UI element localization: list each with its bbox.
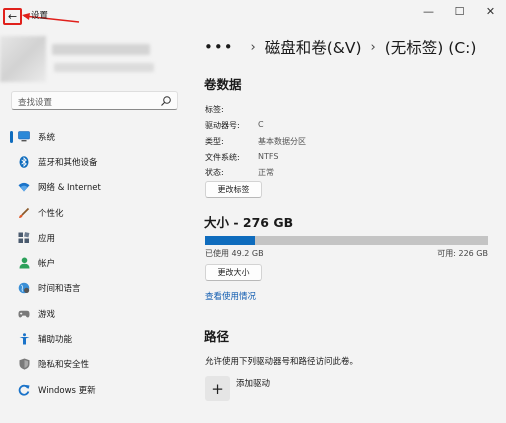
drive-letter-value: C	[258, 120, 264, 129]
sidebar-item-label: Windows 更新	[38, 385, 96, 396]
globe-icon	[18, 282, 30, 294]
avatar	[0, 36, 46, 82]
search-input[interactable]: 查找设置	[18, 96, 52, 108]
sidebar-item-label: 系统	[38, 132, 56, 143]
title-bar: ← 设置 — ☐ ✕	[0, 0, 506, 26]
account-icon	[18, 257, 30, 269]
brush-icon	[18, 207, 30, 219]
maximize-button[interactable]: ☐	[444, 0, 475, 22]
accessibility-icon	[18, 333, 30, 345]
minimize-button[interactable]: —	[413, 0, 444, 22]
sidebar-item-label: 隐私和安全性	[38, 360, 90, 371]
gamepad-icon	[18, 308, 30, 320]
file-system-label: 文件系统:	[205, 153, 240, 162]
sidebar-item-network[interactable]: 网络 & Internet	[10, 175, 180, 200]
settings-window: ← 设置 — ☐ ✕ 查找设置 系统 蓝牙和其他设备 网络 & Internet…	[0, 0, 506, 423]
sidebar-item-accessibility[interactable]: 辅助功能	[10, 326, 180, 351]
window-controls: — ☐ ✕	[413, 0, 506, 22]
change-label-button[interactable]: 更改标签	[205, 181, 262, 198]
volume-data-heading: 卷数据	[204, 77, 242, 92]
breadcrumb-item-disks-volumes[interactable]: 磁盘和卷(&V)	[265, 36, 362, 58]
file-system-value: NTFS	[258, 152, 279, 161]
drive-letter-label: 驱动器号:	[205, 121, 240, 130]
usage-bar	[205, 236, 488, 245]
add-drive-label: 添加驱动	[236, 379, 271, 389]
sidebar-item-label: 个性化	[38, 208, 64, 219]
system-icon	[18, 131, 30, 143]
add-drive-path-button[interactable]: +	[205, 376, 230, 401]
status-value: 正常	[258, 168, 274, 177]
free-space-text: 可用: 226 GB	[437, 249, 488, 258]
change-size-button[interactable]: 更改大小	[205, 264, 262, 281]
update-icon	[18, 384, 30, 396]
sidebar-item-label: 游戏	[38, 309, 56, 320]
close-icon: ✕	[485, 4, 496, 18]
status-label: 状态:	[205, 168, 224, 177]
sidebar-item-windows-update[interactable]: Windows 更新	[10, 377, 180, 402]
breadcrumb: ••• › 磁盘和卷(&V) › (无标签) (C:)	[204, 36, 476, 58]
path-heading: 路径	[204, 329, 230, 344]
plus-icon: +	[211, 379, 224, 398]
user-profile[interactable]	[0, 36, 170, 86]
sidebar-item-time-language[interactable]: 时间和语言	[10, 276, 180, 301]
shield-icon	[18, 358, 30, 370]
app-title: 设置	[31, 11, 49, 21]
used-space-text: 已使用 49.2 GB	[205, 249, 264, 258]
minimize-icon: —	[423, 4, 434, 18]
sidebar-item-label: 时间和语言	[38, 284, 81, 295]
search-icon	[161, 96, 171, 106]
profile-email-blur	[54, 63, 154, 72]
sidebar-item-apps[interactable]: 应用	[10, 225, 180, 250]
back-arrow-icon: ←	[7, 10, 18, 23]
apps-icon	[18, 231, 30, 244]
chevron-right-icon: ›	[370, 39, 376, 55]
sidebar-item-label: 帐户	[38, 259, 56, 270]
usage-bar-fill	[205, 236, 256, 245]
sidebar-item-bluetooth[interactable]: 蓝牙和其他设备	[10, 149, 180, 174]
profile-name-blur	[52, 44, 150, 55]
close-button[interactable]: ✕	[475, 0, 506, 22]
type-value: 基本数据分区	[258, 137, 306, 146]
sidebar-nav: 系统 蓝牙和其他设备 网络 & Internet 个性化 应用 帐户 时间和语言…	[10, 124, 180, 402]
view-usage-link[interactable]: 查看使用情况	[205, 290, 256, 302]
maximize-icon: ☐	[454, 4, 465, 18]
breadcrumb-more-button[interactable]: •••	[204, 38, 234, 56]
path-description: 允许使用下列驱动器号和路径访问此卷。	[205, 357, 359, 367]
sidebar-item-label: 辅助功能	[38, 335, 73, 346]
back-button[interactable]: ←	[3, 8, 22, 25]
sidebar-item-label: 蓝牙和其他设备	[38, 157, 98, 168]
sidebar-item-accounts[interactable]: 帐户	[10, 250, 180, 275]
sidebar-item-privacy-security[interactable]: 隐私和安全性	[10, 352, 180, 377]
page-title: (无标签) (C:)	[384, 39, 477, 57]
sidebar-item-system[interactable]: 系统	[10, 124, 180, 149]
sidebar-item-gaming[interactable]: 游戏	[10, 301, 180, 326]
size-heading: 大小 - 276 GB	[204, 215, 294, 230]
sidebar-item-label: 应用	[38, 233, 56, 244]
sidebar-item-personalization[interactable]: 个性化	[10, 200, 180, 225]
sidebar-item-label: 网络 & Internet	[38, 183, 101, 194]
search-box[interactable]: 查找设置	[11, 91, 178, 110]
bluetooth-icon	[18, 156, 30, 168]
chevron-right-icon: ›	[250, 39, 256, 55]
label-prop-label: 标签:	[205, 105, 224, 114]
type-label: 类型:	[205, 137, 224, 146]
wifi-icon	[18, 181, 30, 193]
